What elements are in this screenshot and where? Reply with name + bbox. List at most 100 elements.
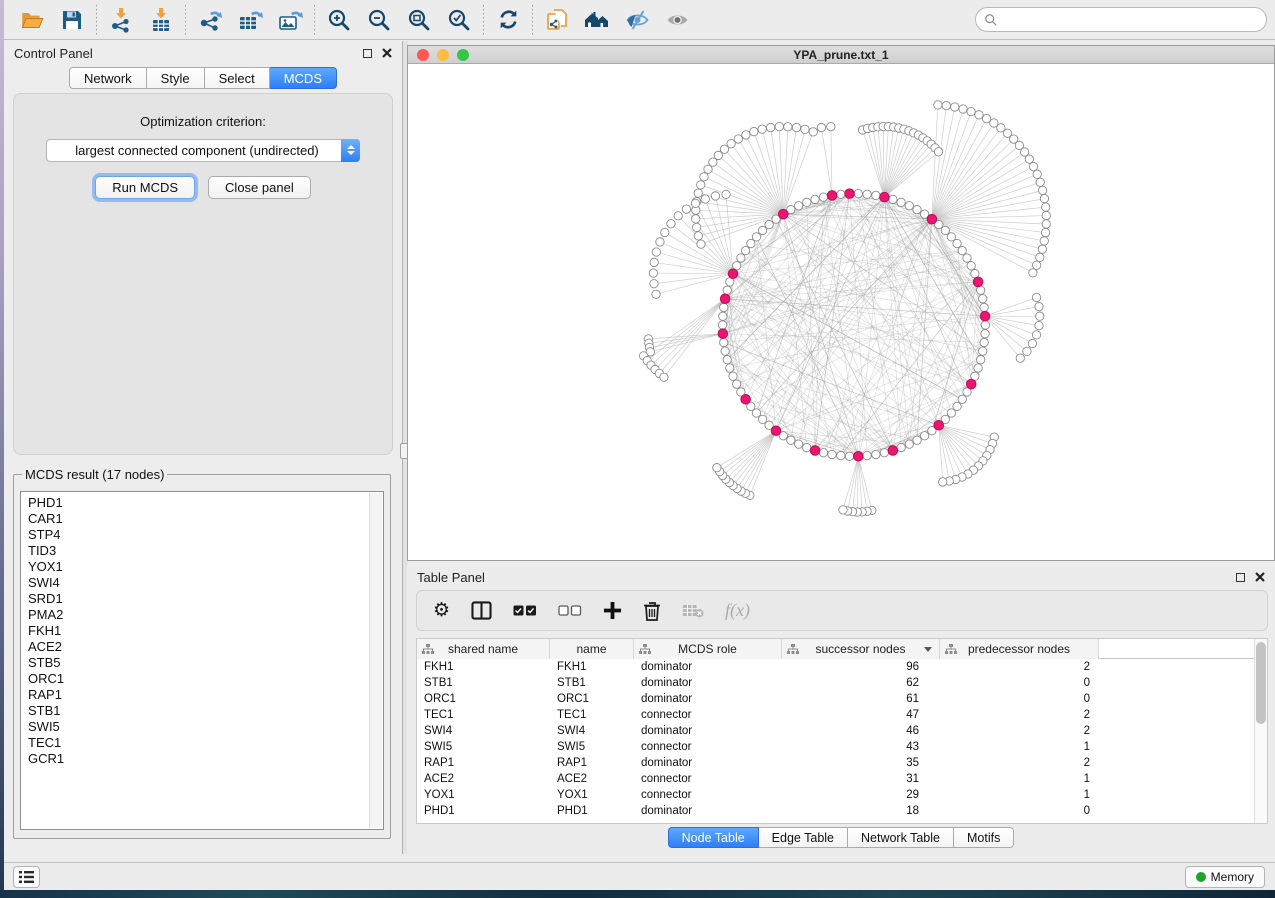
network-node[interactable] [979,295,987,303]
table-row[interactable]: TEC1TEC1connector472 [417,707,1267,723]
network-hub-node[interactable] [741,395,751,405]
run-mcds-button[interactable]: Run MCDS [95,176,195,199]
network-node[interactable] [718,321,726,329]
network-fan-node[interactable] [758,125,766,133]
network-hub-node[interactable] [934,420,944,430]
zoom-fit-icon[interactable] [399,4,439,36]
table-cell[interactable]: 0 [940,803,1099,819]
network-fan-node[interactable] [792,123,800,131]
network-node[interactable] [976,355,984,363]
select-all-columns-icon[interactable] [513,605,537,616]
mcds-result-item[interactable]: TID3 [28,543,383,559]
table-row[interactable]: RAP1RAP1dominator352 [417,755,1267,771]
network-node[interactable] [958,395,966,403]
network-fan-node[interactable] [1035,321,1043,329]
network-hub-node[interactable] [966,379,976,389]
table-cell[interactable]: connector [634,787,782,803]
network-node[interactable] [733,380,741,388]
network-hub-node[interactable] [718,329,728,339]
network-node[interactable] [723,355,731,363]
export-network-icon[interactable] [190,4,230,36]
network-hub-node[interactable] [973,277,983,287]
network-hub-node[interactable] [771,426,781,436]
network-node[interactable] [981,321,989,329]
table-cell[interactable]: 31 [782,771,940,787]
table-cell[interactable]: 1 [940,771,1099,787]
network-fan-node[interactable] [694,189,702,197]
mcds-result-item[interactable]: YOX1 [28,559,383,575]
network-fan-node[interactable] [975,111,983,119]
mcds-result-item[interactable]: STB5 [28,655,383,671]
network-node[interactable] [980,303,988,311]
network-node[interactable] [941,226,949,234]
open-file-icon[interactable] [12,4,52,36]
search-input[interactable] [1003,13,1258,27]
network-node[interactable] [787,436,795,444]
table-cell[interactable]: ACE2 [550,771,634,787]
table-cell[interactable]: TEC1 [417,707,550,723]
network-fan-node[interactable] [1033,170,1041,178]
network-fan-node[interactable] [801,125,809,133]
tab-network[interactable]: Network [69,67,147,89]
table-cell[interactable]: ORC1 [417,691,550,707]
network-node[interactable] [981,330,989,338]
network-node[interactable] [719,312,727,320]
table-cell[interactable]: 62 [782,675,940,691]
network-node[interactable] [974,364,982,372]
table-cell[interactable]: 1 [940,787,1099,803]
tab-network-table[interactable]: Network Table [848,827,954,848]
network-node[interactable] [837,190,845,198]
network-fan-node[interactable] [1038,186,1046,194]
column-header-MCDS-role[interactable]: MCDS role [634,639,782,659]
network-fan-node[interactable] [652,248,660,256]
network-node[interactable] [976,286,984,294]
table-cell[interactable]: 2 [940,723,1099,739]
network-fan-node[interactable] [692,223,700,231]
table-settings-icon[interactable]: ⚙ [433,601,450,620]
network-fan-node[interactable] [734,135,742,143]
table-row[interactable]: PHD1PHD1dominator180 [417,803,1267,819]
sort-desc-icon[interactable] [924,647,932,652]
network-hub-node[interactable] [927,214,937,224]
network-node[interactable] [947,233,955,241]
network-node[interactable] [747,239,755,247]
show-all-icon[interactable] [657,4,697,36]
network-fan-node[interactable] [694,232,702,240]
go-home-icon[interactable] [577,4,617,36]
network-fan-node[interactable] [661,228,669,236]
network-hub-node[interactable] [880,192,890,202]
column-layout-icon[interactable] [471,601,492,620]
table-cell[interactable]: FKH1 [550,659,634,675]
network-fan-node[interactable] [650,258,658,266]
network-fan-node[interactable] [959,105,967,113]
table-cell[interactable]: FKH1 [417,659,550,675]
table-cell[interactable]: dominator [634,691,782,707]
network-fan-node[interactable] [713,464,721,472]
network-node[interactable] [854,189,862,197]
network-hub-node[interactable] [888,446,898,456]
network-node[interactable] [737,254,745,262]
network-node[interactable] [803,443,811,451]
tab-node-table[interactable]: Node Table [668,827,759,848]
network-hub-node[interactable] [980,311,990,321]
deselect-all-columns-icon[interactable] [558,605,582,616]
tab-motifs[interactable]: Motifs [954,827,1014,848]
mcds-result-item[interactable]: CAR1 [28,511,383,527]
mcds-list-scrollbar[interactable] [369,493,382,828]
network-fan-node[interactable] [697,181,705,189]
network-fan-node[interactable] [942,101,950,109]
table-cell[interactable]: SWI4 [417,723,550,739]
network-node[interactable] [729,372,737,380]
network-node[interactable] [752,233,760,241]
network-node[interactable] [897,198,905,206]
network-node[interactable] [872,450,880,458]
task-history-button[interactable] [13,866,40,888]
import-table-icon[interactable] [141,4,181,36]
network-fan-node[interactable] [951,103,959,111]
network-node[interactable] [980,338,988,346]
network-node[interactable] [897,443,905,451]
mcds-result-list[interactable]: PHD1CAR1STP4TID3YOX1SWI4SRD1PMA2FKH1ACE2… [20,491,384,830]
network-fan-node[interactable] [1033,261,1041,269]
network-fan-node[interactable] [967,107,975,115]
table-cell[interactable]: YOX1 [550,787,634,803]
